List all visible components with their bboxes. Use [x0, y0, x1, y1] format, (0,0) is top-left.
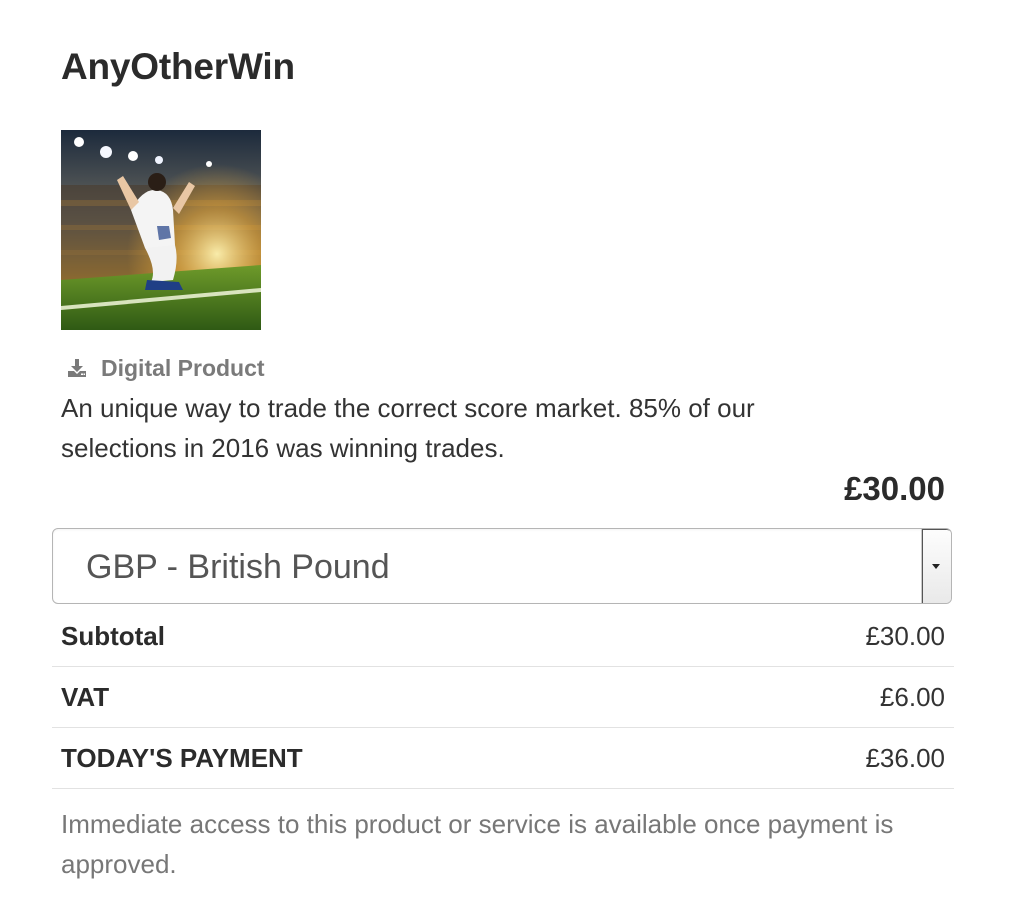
- product-type: Digital Product: [66, 354, 265, 382]
- currency-select[interactable]: GBP - British Pound: [52, 528, 952, 604]
- product-image: [61, 130, 261, 330]
- subtotal-amount: £30.00: [865, 620, 945, 651]
- summary-row-subtotal: Subtotal £30.00: [52, 606, 954, 667]
- total-label: TODAY'S PAYMENT: [61, 742, 303, 773]
- product-title: AnyOtherWin: [61, 46, 295, 87]
- total-amount: £36.00: [865, 742, 945, 773]
- currency-select-value: GBP - British Pound: [86, 548, 390, 586]
- product-price: £30.00: [844, 470, 945, 507]
- vat-label: VAT: [61, 681, 110, 712]
- access-notice: Immediate access to this product or serv…: [61, 809, 894, 879]
- subtotal-label: Subtotal: [61, 620, 165, 651]
- vat-amount: £6.00: [879, 681, 945, 712]
- summary-row-vat: VAT £6.00: [52, 667, 954, 728]
- summary-row-total: TODAY'S PAYMENT £36.00: [52, 728, 954, 789]
- download-icon: [66, 357, 88, 379]
- product-description: An unique way to trade the correct score…: [61, 393, 755, 463]
- product-type-label: Digital Product: [101, 354, 265, 381]
- caret-down-icon[interactable]: [921, 529, 951, 603]
- product-checkout-card: AnyOtherWin Digital Product An unique wa…: [0, 0, 1010, 908]
- order-summary: Subtotal £30.00 VAT £6.00 TODAY'S PAYMEN…: [52, 606, 954, 789]
- football-celebration-image: [61, 130, 261, 330]
